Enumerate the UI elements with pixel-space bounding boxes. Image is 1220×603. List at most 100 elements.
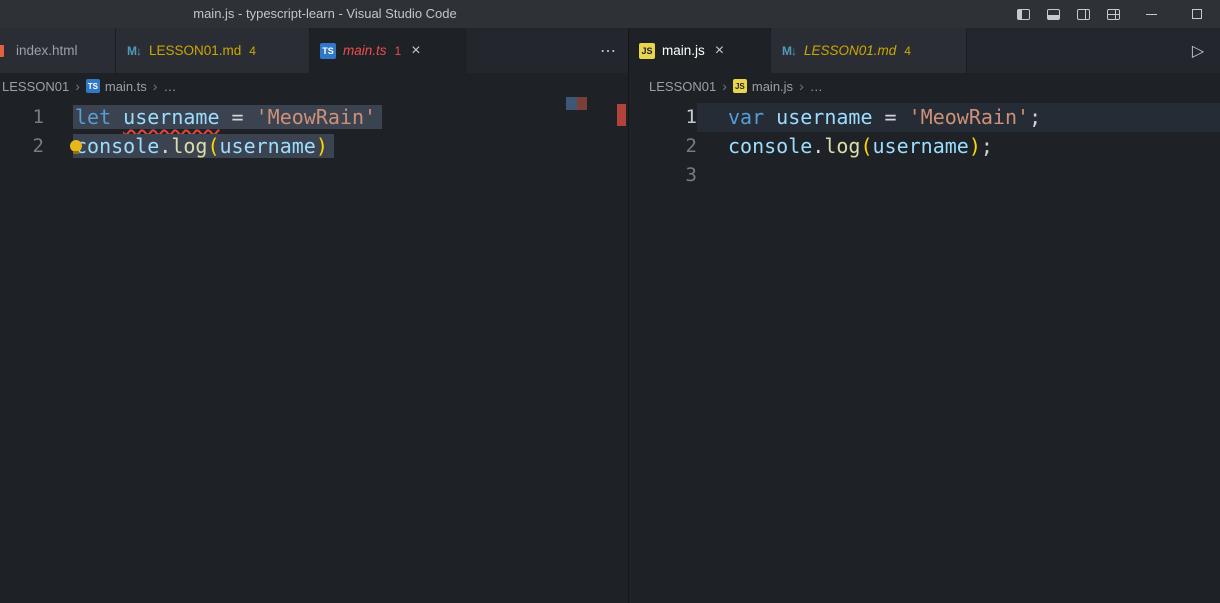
code-token: username [873,134,969,158]
code-token: ; [1029,105,1041,129]
code-token: log [824,134,860,158]
minimap-code-mark[interactable] [566,97,577,110]
breadcrumb-folder[interactable]: LESSON01 [649,79,716,94]
tab-bar-spacer [466,28,588,73]
selection-highlight: let username = 'MeowRain' [73,105,382,129]
code-token: console [75,134,159,158]
code-token [897,105,909,129]
lightbulb-icon[interactable] [70,140,82,152]
tab-label: LESSON01.md [149,43,241,58]
tab-label: main.js [662,43,705,58]
typescript-icon: TS [86,79,100,93]
code-text: console.log(username) [44,132,334,161]
code-line[interactable]: 2 console.log(username) [0,132,628,161]
markdown-icon: M↓ [781,43,797,59]
code-token [873,105,885,129]
tab-label: LESSON01.md [804,43,896,58]
code-token: console [728,134,812,158]
overview-ruler-error-mark [617,104,626,126]
error-squiggle-token: username [123,105,219,129]
breadcrumb-file[interactable]: main.js [752,79,793,94]
code-token: username [220,134,316,158]
code-token: var [728,105,764,129]
code-text: console.log(username); [697,132,993,161]
minimap-error-mark[interactable] [577,97,587,110]
problems-badge: 4 [249,44,256,58]
code-token [244,105,256,129]
chevron-right-icon: › [722,78,727,94]
chevron-right-icon: › [799,78,804,94]
tab-bar-spacer [967,28,1176,73]
left-tab-bar: index.html M↓ LESSON01.md 4 TS main.ts 1… [0,28,628,73]
toggle-primary-sidebar-icon[interactable] [1008,0,1038,28]
problems-badge: 4 [904,44,911,58]
breadcrumb-folder[interactable]: LESSON01 [2,79,69,94]
code-line[interactable]: 1var username = 'MeowRain'; [629,103,1220,132]
typescript-icon: TS [320,43,336,59]
right-tab-bar: JS main.js × M↓ LESSON01.md 4 ▷ [628,28,1220,73]
code-line[interactable]: 3 [629,161,1220,190]
selection-highlight: console.log(username) [73,134,334,158]
code-token: . [812,134,824,158]
code-token: = [885,105,897,129]
line-number[interactable]: 2 [629,132,697,161]
breadcrumb-symbol[interactable]: … [810,79,823,94]
code-token: log [171,134,207,158]
breadcrumb-file[interactable]: main.ts [105,79,147,94]
customize-layout-icon[interactable] [1098,0,1128,28]
line-number[interactable]: 3 [629,161,697,190]
javascript-icon: JS [639,43,655,59]
javascript-icon: JS [733,79,747,93]
tab-main-js[interactable]: JS main.js × [629,28,771,73]
problems-badge: 1 [395,44,402,58]
toggle-secondary-sidebar-icon[interactable] [1068,0,1098,28]
title-bar: main.js - typescript-learn - Visual Stud… [0,0,1220,28]
right-editor[interactable]: 1var username = 'MeowRain';2console.log(… [628,99,1220,603]
code-token: 'MeowRain' [909,105,1029,129]
code-token [764,105,776,129]
right-breadcrumb: LESSON01 › JS main.js › … [628,73,1220,99]
left-breadcrumb: LESSON01 › TS main.ts › … [0,73,628,99]
close-icon[interactable]: × [411,43,420,59]
window-controls [1008,0,1220,28]
tab-main-ts[interactable]: TS main.ts 1 × [310,28,466,73]
html-icon [0,45,4,57]
code-token: = [232,105,244,129]
left-editor[interactable]: 1let username = 'MeowRain'2console.log(u… [0,99,628,603]
line-number[interactable]: 1 [629,103,697,132]
code-line[interactable]: 1 let username = 'MeowRain' [0,103,628,132]
code-token [111,105,123,129]
code-line[interactable]: 2console.log(username); [629,132,1220,161]
code-token: . [159,134,171,158]
code-token: ; [981,134,993,158]
minimize-button[interactable] [1128,0,1174,28]
chevron-right-icon: › [75,78,80,94]
maximize-button[interactable] [1174,0,1220,28]
code-text [697,161,728,190]
tab-label: main.ts [343,43,387,58]
line-number[interactable]: 2 [0,132,44,161]
code-token [220,105,232,129]
chevron-right-icon: › [153,78,158,94]
breadcrumb-symbol[interactable]: … [163,79,176,94]
code-token: ( [860,134,872,158]
toggle-panel-icon[interactable] [1038,0,1068,28]
code-text: var username = 'MeowRain'; [697,103,1041,132]
code-text: let username = 'MeowRain' [44,103,382,132]
tab-label: index.html [16,43,78,58]
more-actions-button[interactable]: ⋯ [588,28,628,73]
markdown-icon: M↓ [126,43,142,59]
tab-lesson01-md[interactable]: M↓ LESSON01.md 4 [771,28,967,73]
tab-lesson01-md[interactable]: M↓ LESSON01.md 4 [116,28,310,73]
code-token: ) [316,134,328,158]
code-token: ) [969,134,981,158]
line-number[interactable]: 1 [0,103,44,132]
code-token: 'MeowRain' [256,105,376,129]
code-token: ( [207,134,219,158]
tab-index-html[interactable]: index.html [0,28,116,73]
close-icon[interactable]: × [715,43,724,59]
run-code-button[interactable]: ▷ [1176,28,1220,73]
code-token: username [776,105,872,129]
window-title: main.js - typescript-learn - Visual Stud… [150,0,500,28]
code-token: let [75,105,111,129]
